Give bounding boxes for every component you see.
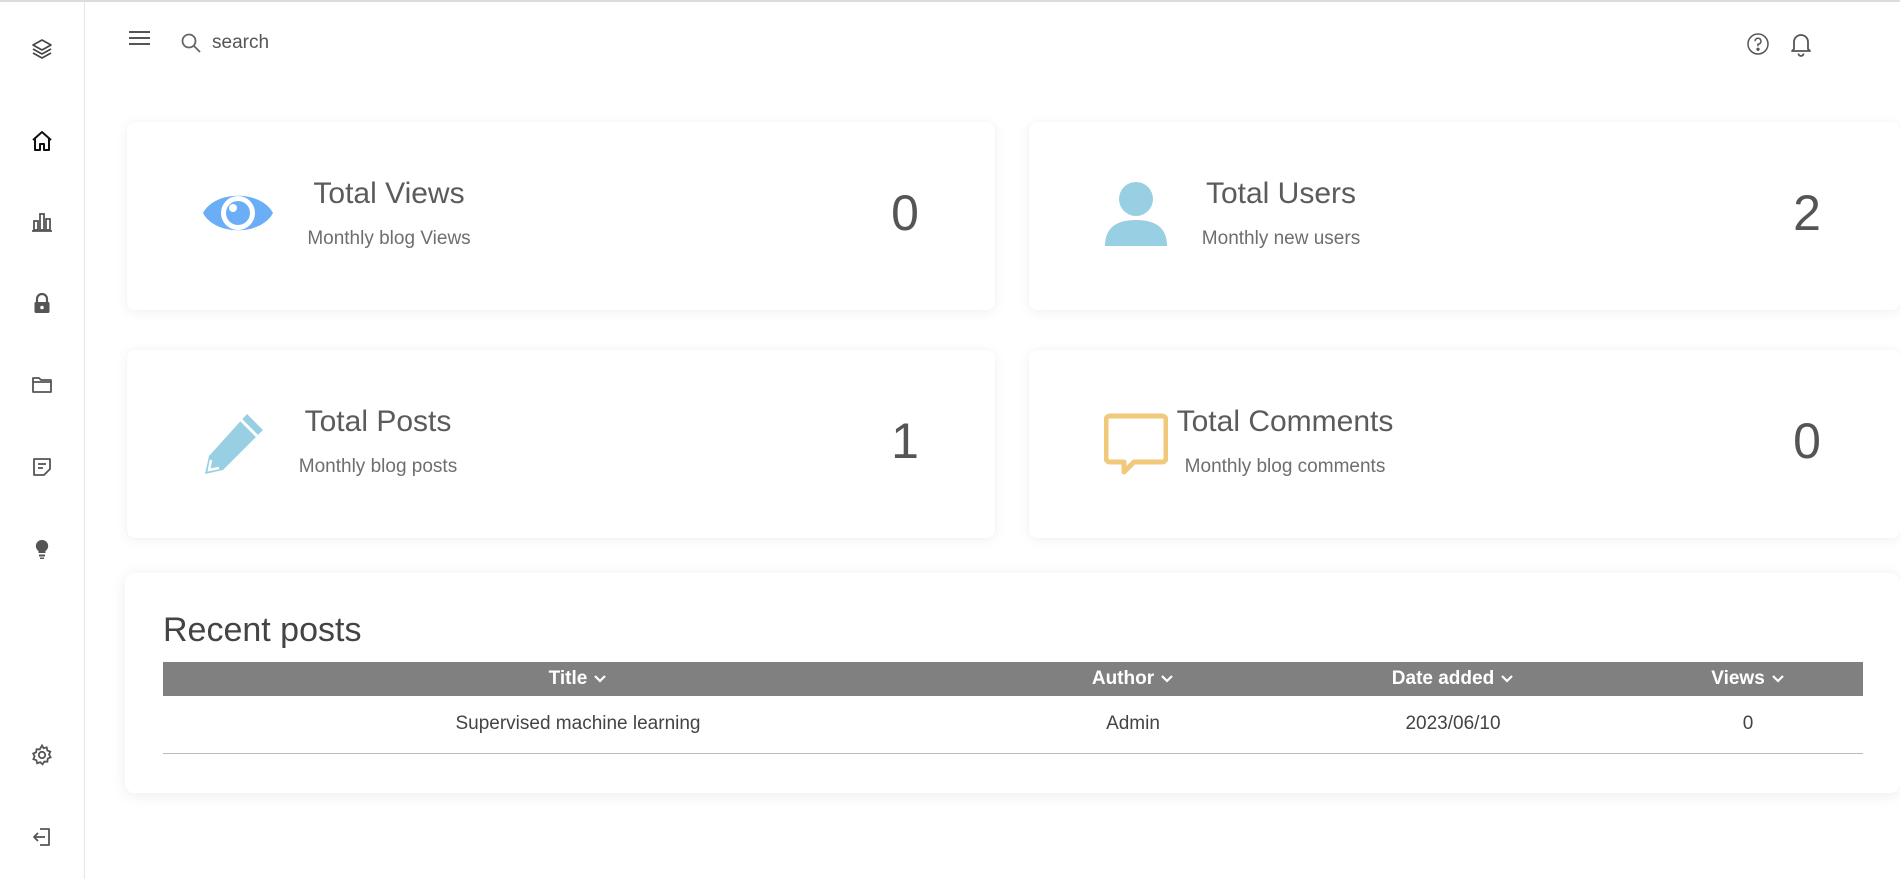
table-header-row: Title Author Date added Views bbox=[163, 662, 1863, 696]
recent-posts-title: Recent posts bbox=[163, 611, 362, 649]
menu-icon[interactable] bbox=[126, 26, 154, 50]
cell-title: Supervised machine learning bbox=[163, 696, 993, 754]
stat-card-comments[interactable]: Total Comments Monthly blog comments 0 bbox=[1029, 350, 1900, 538]
settings-icon[interactable] bbox=[27, 740, 57, 770]
cell-author: Admin bbox=[993, 696, 1273, 754]
chevron-down-icon bbox=[1161, 675, 1173, 683]
lock-icon[interactable] bbox=[27, 289, 57, 319]
recent-posts-card: Recent posts Title Author Date added Vie… bbox=[125, 573, 1900, 793]
column-label: Author bbox=[1091, 668, 1155, 689]
chart-icon[interactable] bbox=[27, 207, 57, 237]
chevron-down-icon bbox=[1501, 675, 1513, 683]
card-value: 1 bbox=[891, 413, 919, 469]
card-subtitle: Monthly blog comments bbox=[1184, 456, 1386, 477]
card-subtitle: Monthly new users bbox=[1201, 228, 1361, 249]
card-subtitle: Monthly blog Views bbox=[307, 228, 471, 249]
top-border bbox=[0, 0, 1900, 2]
card-value: 0 bbox=[1793, 413, 1821, 469]
bell-icon[interactable] bbox=[1788, 30, 1814, 58]
stat-card-posts[interactable]: Total Posts Monthly blog posts 1 bbox=[127, 350, 995, 538]
column-label: Date added bbox=[1391, 668, 1495, 689]
help-icon[interactable] bbox=[1745, 31, 1771, 57]
card-title: Total Users bbox=[1205, 177, 1357, 210]
sidebar bbox=[0, 2, 85, 879]
column-label: Title bbox=[548, 668, 588, 689]
card-title: Total Views bbox=[313, 177, 465, 210]
chevron-down-icon bbox=[1771, 675, 1784, 683]
card-subtitle: Monthly blog posts bbox=[298, 456, 458, 477]
cell-date: 2023/06/10 bbox=[1273, 696, 1633, 754]
recent-posts-table: Title Author Date added Views Supervised… bbox=[163, 662, 1863, 754]
column-label: Views bbox=[1711, 668, 1765, 689]
table-row[interactable]: Supervised machine learning Admin 2023/0… bbox=[163, 696, 1863, 754]
layers-icon[interactable] bbox=[27, 34, 57, 64]
search-input[interactable] bbox=[212, 28, 512, 58]
logout-icon[interactable] bbox=[27, 822, 57, 852]
column-header-date[interactable]: Date added bbox=[1273, 662, 1633, 696]
chevron-down-icon bbox=[594, 675, 607, 683]
card-title: Total Posts bbox=[304, 405, 452, 438]
stat-card-views[interactable]: Total Views Monthly blog Views 0 bbox=[127, 122, 995, 310]
card-value: 2 bbox=[1793, 185, 1821, 241]
cell-views: 0 bbox=[1633, 696, 1863, 754]
card-title: Total Comments bbox=[1176, 405, 1394, 438]
card-value: 0 bbox=[891, 185, 919, 241]
stat-card-users[interactable]: Total Users Monthly new users 2 bbox=[1029, 122, 1900, 310]
bulb-icon[interactable] bbox=[27, 534, 57, 564]
column-header-title[interactable]: Title bbox=[163, 662, 993, 696]
search-icon bbox=[180, 32, 202, 54]
note-icon[interactable] bbox=[27, 452, 57, 482]
column-header-author[interactable]: Author bbox=[993, 662, 1273, 696]
home-icon[interactable] bbox=[27, 126, 57, 156]
folder-icon[interactable] bbox=[27, 370, 57, 400]
column-header-views[interactable]: Views bbox=[1633, 662, 1863, 696]
